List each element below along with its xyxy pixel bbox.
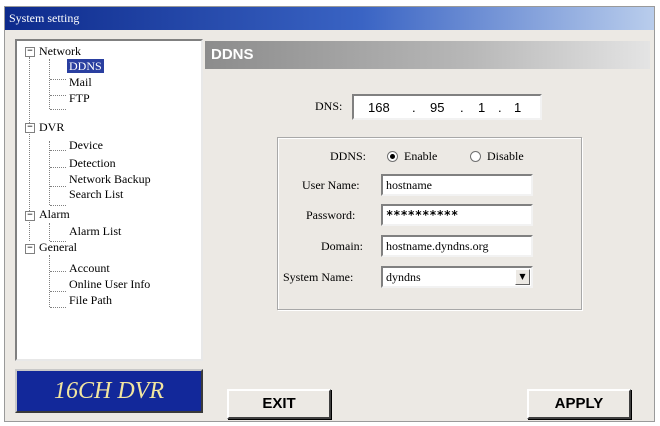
dns-ip-octet-3[interactable]: 1 [478, 100, 485, 115]
panel-header: DDNS [205, 41, 650, 69]
settings-tree[interactable]: − Network DDNS Mail FTP − DVR Device Det… [15, 39, 203, 361]
general-collapse-icon[interactable]: − [25, 244, 35, 254]
tree-item-general[interactable]: General [39, 240, 77, 254]
ddns-disable-radio[interactable] [470, 151, 481, 162]
dvr-collapse-icon[interactable]: − [25, 123, 35, 133]
radio-selected-dot [390, 154, 395, 159]
dns-ip-input[interactable]: 168 . 95 . 1 . 1 [352, 94, 542, 120]
tree-item-ddns-label: DDNS [67, 59, 104, 73]
system-setting-window: System setting − Network DDNS Mail FTP −… [4, 6, 655, 422]
tree-item-mail[interactable]: Mail [69, 75, 92, 89]
tree-item-online-user-info[interactable]: Online User Info [69, 277, 150, 291]
password-input[interactable]: ********** [381, 204, 533, 226]
network-collapse-icon[interactable]: − [25, 47, 35, 57]
tree-item-dvr[interactable]: DVR [39, 120, 64, 134]
system-name-select[interactable]: dyndns ▼ [381, 266, 533, 288]
ddns-label: DDNS: [330, 149, 367, 163]
dns-ip-octet-4[interactable]: 1 [514, 100, 521, 115]
tree-item-alarm[interactable]: Alarm [39, 207, 70, 221]
dns-label: DNS: [315, 99, 343, 113]
window-title: System setting [5, 7, 654, 30]
exit-button[interactable]: EXIT [227, 389, 331, 419]
system-name-label: System Name: [283, 270, 354, 284]
tree-item-ftp[interactable]: FTP [69, 91, 90, 105]
password-label: Password: [306, 208, 356, 222]
tree-network-line [49, 59, 50, 109]
tree-item-account[interactable]: Account [69, 261, 110, 275]
tree-item-device[interactable]: Device [69, 138, 103, 152]
apply-button[interactable]: APPLY [527, 389, 631, 419]
tree-item-network-backup[interactable]: Network Backup [69, 172, 151, 186]
ddns-enable-label[interactable]: Enable [404, 149, 437, 164]
username-label: User Name: [302, 178, 360, 192]
alarm-collapse-icon[interactable]: − [25, 211, 35, 221]
tree-item-search-list[interactable]: Search List [69, 187, 123, 201]
domain-label: Domain: [321, 239, 363, 253]
tree-general-line [49, 255, 50, 307]
ddns-enable-radio[interactable] [387, 151, 398, 162]
domain-input[interactable]: hostname.dyndns.org [381, 235, 533, 257]
tree-item-alarm-list[interactable]: Alarm List [69, 224, 121, 238]
ddns-disable-label[interactable]: Disable [487, 149, 524, 164]
dns-ip-octet-2[interactable]: 95 [430, 100, 444, 115]
tree-item-file-path[interactable]: File Path [69, 293, 112, 307]
dns-ip-octet-1[interactable]: 168 [368, 100, 390, 115]
tree-alarm-line [49, 223, 50, 241]
system-name-selected-value: dyndns [386, 270, 421, 284]
tree-item-detection[interactable]: Detection [69, 156, 116, 170]
dvr-logo: 16CH DVR [15, 369, 203, 413]
tree-item-ddns[interactable]: DDNS [67, 59, 104, 73]
username-input[interactable]: hostname [381, 174, 533, 196]
tree-item-network[interactable]: Network [39, 44, 81, 58]
chevron-down-icon[interactable]: ▼ [515, 269, 530, 285]
